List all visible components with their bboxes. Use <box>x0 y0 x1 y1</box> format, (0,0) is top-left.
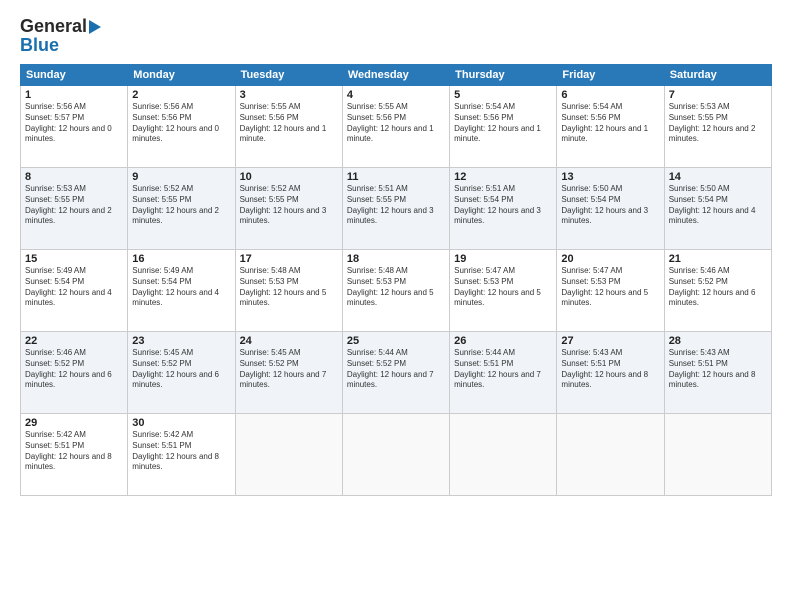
calendar-cell: 8Sunrise: 5:53 AMSunset: 5:55 PMDaylight… <box>21 168 128 250</box>
calendar-week-row: 29Sunrise: 5:42 AMSunset: 5:51 PMDayligh… <box>21 414 772 496</box>
calendar-cell: 13Sunrise: 5:50 AMSunset: 5:54 PMDayligh… <box>557 168 664 250</box>
page: General Blue SundayMondayTuesdayWednesda… <box>0 0 792 612</box>
logo: General Blue <box>20 16 101 56</box>
calendar-cell: 30Sunrise: 5:42 AMSunset: 5:51 PMDayligh… <box>128 414 235 496</box>
calendar-cell: 1Sunrise: 5:56 AMSunset: 5:57 PMDaylight… <box>21 86 128 168</box>
logo-general: General <box>20 16 87 37</box>
calendar-cell: 7Sunrise: 5:53 AMSunset: 5:55 PMDaylight… <box>664 86 771 168</box>
calendar-cell <box>664 414 771 496</box>
calendar-week-row: 15Sunrise: 5:49 AMSunset: 5:54 PMDayligh… <box>21 250 772 332</box>
calendar-cell <box>450 414 557 496</box>
calendar-cell: 11Sunrise: 5:51 AMSunset: 5:55 PMDayligh… <box>342 168 449 250</box>
header: General Blue <box>20 16 772 56</box>
weekday-header-tuesday: Tuesday <box>235 65 342 86</box>
calendar-cell: 2Sunrise: 5:56 AMSunset: 5:56 PMDaylight… <box>128 86 235 168</box>
weekday-header-friday: Friday <box>557 65 664 86</box>
calendar-week-row: 22Sunrise: 5:46 AMSunset: 5:52 PMDayligh… <box>21 332 772 414</box>
calendar-cell: 17Sunrise: 5:48 AMSunset: 5:53 PMDayligh… <box>235 250 342 332</box>
calendar-cell: 4Sunrise: 5:55 AMSunset: 5:56 PMDaylight… <box>342 86 449 168</box>
calendar-cell: 12Sunrise: 5:51 AMSunset: 5:54 PMDayligh… <box>450 168 557 250</box>
calendar-cell: 19Sunrise: 5:47 AMSunset: 5:53 PMDayligh… <box>450 250 557 332</box>
calendar-cell: 29Sunrise: 5:42 AMSunset: 5:51 PMDayligh… <box>21 414 128 496</box>
weekday-header-monday: Monday <box>128 65 235 86</box>
logo-blue: Blue <box>20 35 59 56</box>
weekday-header-row: SundayMondayTuesdayWednesdayThursdayFrid… <box>21 65 772 86</box>
calendar-cell: 20Sunrise: 5:47 AMSunset: 5:53 PMDayligh… <box>557 250 664 332</box>
calendar-cell: 23Sunrise: 5:45 AMSunset: 5:52 PMDayligh… <box>128 332 235 414</box>
calendar-cell: 14Sunrise: 5:50 AMSunset: 5:54 PMDayligh… <box>664 168 771 250</box>
calendar-cell: 9Sunrise: 5:52 AMSunset: 5:55 PMDaylight… <box>128 168 235 250</box>
calendar-cell: 28Sunrise: 5:43 AMSunset: 5:51 PMDayligh… <box>664 332 771 414</box>
calendar-cell: 27Sunrise: 5:43 AMSunset: 5:51 PMDayligh… <box>557 332 664 414</box>
weekday-header-sunday: Sunday <box>21 65 128 86</box>
logo-arrow-icon <box>89 20 101 34</box>
calendar: SundayMondayTuesdayWednesdayThursdayFrid… <box>20 64 772 496</box>
calendar-cell: 3Sunrise: 5:55 AMSunset: 5:56 PMDaylight… <box>235 86 342 168</box>
calendar-cell <box>342 414 449 496</box>
calendar-cell: 21Sunrise: 5:46 AMSunset: 5:52 PMDayligh… <box>664 250 771 332</box>
calendar-cell <box>235 414 342 496</box>
calendar-week-row: 8Sunrise: 5:53 AMSunset: 5:55 PMDaylight… <box>21 168 772 250</box>
weekday-header-thursday: Thursday <box>450 65 557 86</box>
calendar-cell: 26Sunrise: 5:44 AMSunset: 5:51 PMDayligh… <box>450 332 557 414</box>
calendar-cell: 6Sunrise: 5:54 AMSunset: 5:56 PMDaylight… <box>557 86 664 168</box>
calendar-cell: 18Sunrise: 5:48 AMSunset: 5:53 PMDayligh… <box>342 250 449 332</box>
calendar-cell: 15Sunrise: 5:49 AMSunset: 5:54 PMDayligh… <box>21 250 128 332</box>
calendar-cell: 24Sunrise: 5:45 AMSunset: 5:52 PMDayligh… <box>235 332 342 414</box>
calendar-cell: 25Sunrise: 5:44 AMSunset: 5:52 PMDayligh… <box>342 332 449 414</box>
calendar-cell: 5Sunrise: 5:54 AMSunset: 5:56 PMDaylight… <box>450 86 557 168</box>
calendar-cell: 16Sunrise: 5:49 AMSunset: 5:54 PMDayligh… <box>128 250 235 332</box>
calendar-cell <box>557 414 664 496</box>
weekday-header-saturday: Saturday <box>664 65 771 86</box>
weekday-header-wednesday: Wednesday <box>342 65 449 86</box>
calendar-week-row: 1Sunrise: 5:56 AMSunset: 5:57 PMDaylight… <box>21 86 772 168</box>
calendar-cell: 10Sunrise: 5:52 AMSunset: 5:55 PMDayligh… <box>235 168 342 250</box>
calendar-cell: 22Sunrise: 5:46 AMSunset: 5:52 PMDayligh… <box>21 332 128 414</box>
